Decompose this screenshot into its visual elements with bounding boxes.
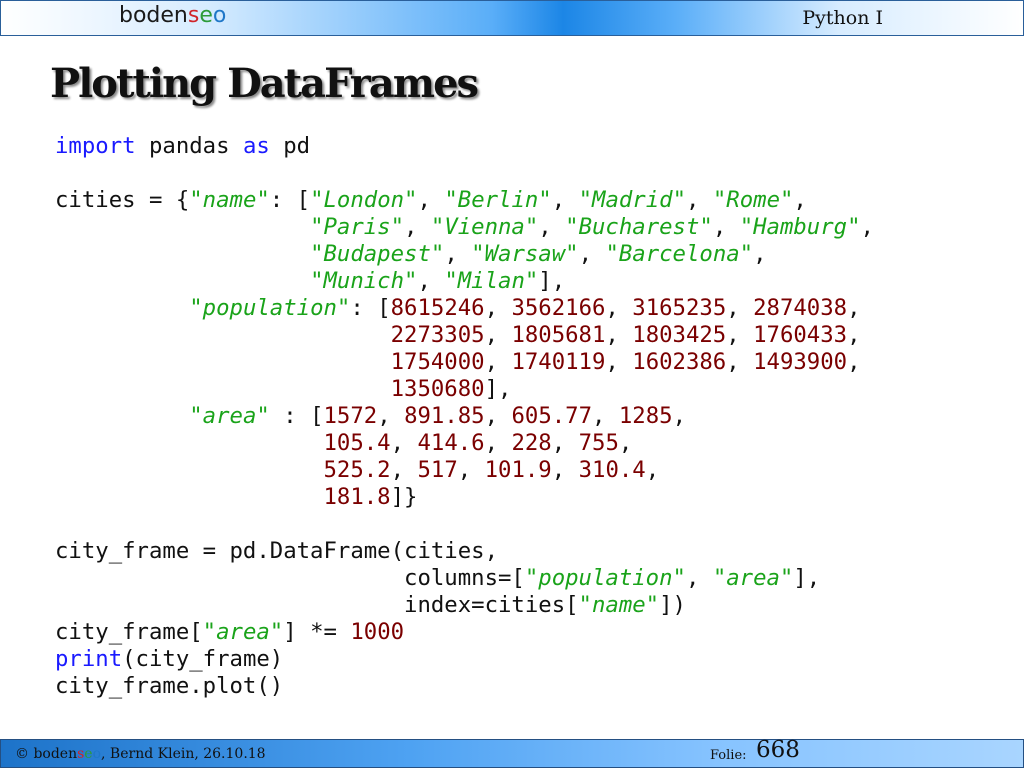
code-token: 1572 — [323, 403, 378, 429]
code-token: "Barcelona" — [605, 241, 754, 267]
code-token: "area" — [202, 619, 284, 645]
code-token: 1350680 — [390, 376, 485, 402]
code-token: columns=[ — [404, 565, 525, 591]
code-token: 755 — [578, 430, 619, 456]
code-token: pandas — [135, 133, 243, 159]
code-token: city_frame.plot() — [55, 673, 284, 699]
code-token: 105.4 — [323, 430, 391, 456]
code-token: ]) — [659, 592, 686, 618]
code-token: as — [242, 133, 270, 159]
code-token: city_frame[ — [55, 619, 203, 645]
header-bar: bodenseo Python I — [0, 0, 1024, 36]
code-token: "Berlin" — [444, 187, 552, 213]
code-token: 525.2 — [323, 457, 391, 483]
code-token: "Madrid" — [578, 187, 687, 213]
footer-logo-part: e — [84, 746, 93, 762]
footer-credit: © bodenseo, Bernd Klein, 26.10.18 — [15, 746, 266, 762]
code-token: "area" — [189, 403, 270, 429]
code-token: index=cities[ — [404, 592, 579, 618]
code-token: 2273305 — [390, 322, 485, 348]
slide-number: 668 — [756, 737, 800, 763]
logo-part: s — [187, 3, 200, 28]
code-token: 181.8 — [323, 484, 391, 510]
code-block: import pandas as pd cities = {"name": ["… — [55, 133, 874, 699]
code-token: 3562166 — [511, 295, 606, 321]
code-token: ], — [793, 565, 821, 591]
slide-number-label: Folie: — [710, 748, 747, 763]
code-token: "area" — [712, 565, 794, 591]
code-token: 1740119 — [511, 349, 606, 375]
logo-part: e — [199, 3, 213, 28]
code-token: "Rome" — [712, 187, 794, 213]
code-token: "Hamburg" — [739, 214, 861, 240]
code-token: 101.9 — [484, 457, 552, 483]
code-token: 1602386 — [632, 349, 727, 375]
code-token: 2874038 — [753, 295, 848, 321]
code-token: (city_frame) — [122, 646, 284, 672]
code-token: 1803425 — [632, 322, 727, 348]
author-date: , Bernd Klein, 26.10.18 — [101, 746, 266, 762]
code-token: 1493900 — [753, 349, 848, 375]
bodenseo-logo: bodenseo — [119, 3, 226, 28]
code-token: cities = { — [55, 187, 190, 213]
footer-bar: © bodenseo, Bernd Klein, 26.10.18 Folie:… — [0, 737, 1024, 768]
code-token: "Paris" — [310, 214, 405, 240]
code-token: city_frame = pd.DataFrame(cities, — [55, 538, 498, 564]
logo-part: boden — [119, 3, 188, 28]
code-token: "Warsaw" — [471, 241, 579, 267]
code-token: "Budapest" — [310, 241, 445, 267]
code-token: 605.77 — [511, 403, 593, 429]
code-token: 1805681 — [511, 322, 606, 348]
code-token: import — [55, 133, 136, 159]
code-token: 414.6 — [417, 430, 485, 456]
code-token: "Bucharest" — [565, 214, 713, 240]
code-token: "population" — [189, 295, 351, 321]
footer-logo-part: o — [92, 746, 102, 762]
code-token: : [ — [269, 187, 311, 213]
code-token: "London" — [310, 187, 418, 213]
code-token: 1285 — [618, 403, 673, 429]
code-token: 3165235 — [632, 295, 727, 321]
code-token: "Vienna" — [430, 214, 539, 240]
code-token: ] *= — [283, 619, 351, 645]
code-token: 517 — [417, 457, 458, 483]
code-token: "Munich" — [310, 268, 418, 294]
code-token: 8615246 — [390, 295, 485, 321]
code-token: "name" — [578, 592, 660, 618]
code-token: "name" — [189, 187, 270, 213]
copyright-symbol: © — [15, 746, 34, 762]
code-token: 891.85 — [404, 403, 485, 429]
code-token: 228 — [511, 430, 552, 456]
code-token: "population" — [524, 565, 686, 591]
code-token: "Milan" — [444, 268, 539, 294]
code-token: 1760433 — [753, 322, 848, 348]
code-token: pd — [269, 133, 311, 159]
footer-logo-part: boden — [33, 746, 78, 762]
code-token: 1000 — [350, 619, 405, 645]
slide-title: Plotting DataFrames — [50, 60, 479, 107]
code-token: 1754000 — [390, 349, 485, 375]
logo-part: o — [212, 3, 227, 28]
course-title: Python I — [802, 7, 883, 29]
code-token: 310.4 — [578, 457, 646, 483]
code-token: print — [55, 646, 123, 672]
